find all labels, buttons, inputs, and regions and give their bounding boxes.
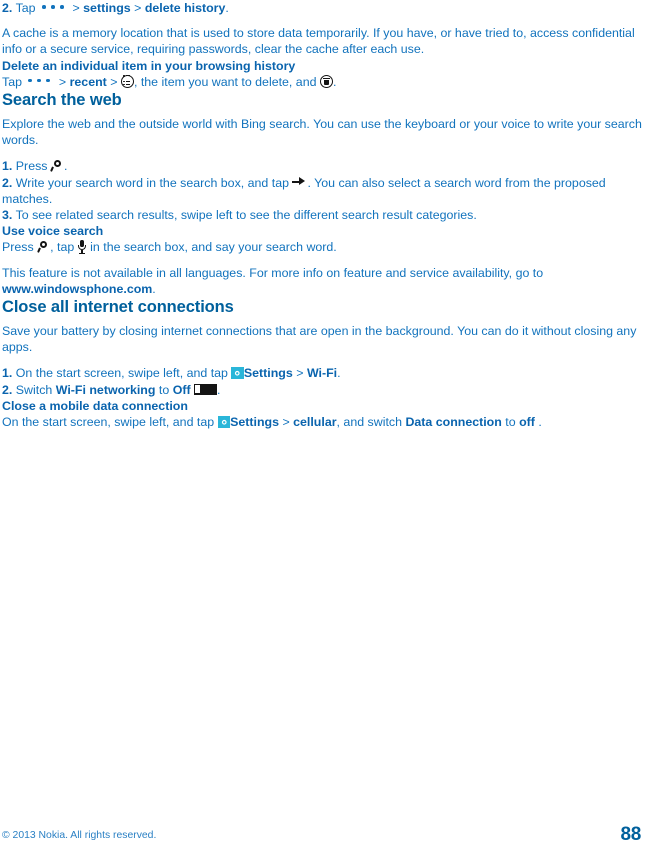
step-number: 2. <box>2 382 13 397</box>
settings-label: settings <box>83 1 131 15</box>
period: . <box>152 281 156 296</box>
delete-individual-item-heading: Delete an individual item in your browsi… <box>2 58 296 73</box>
more-dots-icon <box>25 74 55 86</box>
close-mobile-data-steps: On the start screen, swipe left, and tap… <box>2 414 649 430</box>
separator: > <box>282 415 290 430</box>
circled-delete-icon <box>319 75 333 89</box>
circled-list-icon <box>120 75 134 89</box>
tap-label: , tap <box>50 240 75 255</box>
cellular-label: cellular <box>293 415 337 430</box>
off-label: off <box>519 415 535 430</box>
recent-label: recent <box>69 74 107 89</box>
use-voice-search-steps: Press , tap in the search box, and say y… <box>2 239 649 255</box>
microphone-icon <box>78 240 87 254</box>
separator: > <box>110 74 118 89</box>
switch-label: Switch <box>15 382 53 397</box>
cache-note-paragraph: A cache is a memory location that is use… <box>2 26 635 57</box>
step-number: 2. <box>2 175 13 190</box>
search-step-1: 1. Press . <box>2 158 649 174</box>
close-step-2: 2. Switch Wi-Fi networking to Off . <box>2 382 649 398</box>
windowsphone-link[interactable]: www.windowsphone.com <box>2 282 152 296</box>
page-footer: © 2013 Nokia. All rights reserved. 88 <box>0 812 649 852</box>
period: . <box>63 159 68 174</box>
availability-note: This feature is not available in all lan… <box>2 265 649 297</box>
search-the-web-intro: Explore the web and the outside world wi… <box>2 117 642 148</box>
step-text: On the start screen, swipe left, and tap <box>2 415 215 430</box>
step-text: Press <box>15 159 48 174</box>
section-title-close-all-internet-connections: Close all internet connections <box>2 298 234 317</box>
voice-search-text: in the search box, and say your search w… <box>90 240 337 255</box>
search-step-3: 3. To see related search results, swipe … <box>2 207 649 223</box>
step-text: Tap <box>15 1 36 15</box>
search-step-2: 2. Write your search word in the search … <box>2 175 649 207</box>
right-arrow-icon <box>292 176 307 189</box>
step-text-cont: , and switch <box>336 415 402 430</box>
wifi-label: Wi-Fi <box>306 366 338 381</box>
press-label: Press <box>2 240 34 255</box>
period: . <box>225 1 229 15</box>
tap-label: Tap <box>2 74 22 89</box>
to-label: to <box>158 382 170 397</box>
wifi-networking-label: Wi-Fi networking <box>55 382 156 397</box>
to-label: to <box>505 415 516 430</box>
settings-gear-icon <box>217 415 231 429</box>
document-page: 2. Tap > settings > delete history. A ca… <box>0 0 649 852</box>
period: . <box>332 74 337 89</box>
delete-individual-item-steps: Tap > recent > , the item you want to de… <box>2 74 649 90</box>
step-number: 1. <box>2 366 13 381</box>
step-text: On the start screen, swipe left, and tap <box>15 366 228 381</box>
period: . <box>337 366 341 381</box>
search-magnifier-icon <box>36 240 50 254</box>
separator: > <box>296 366 304 381</box>
period: . <box>217 382 221 397</box>
more-dots-icon <box>39 0 69 12</box>
search-the-web-steps: 1. Press . 2. Write your search word in … <box>2 158 649 223</box>
settings-label: Settings <box>230 415 279 430</box>
step-number: 2. <box>2 1 13 15</box>
page-content: 2. Tap > settings > delete history. A ca… <box>2 0 649 430</box>
section-title-search-the-web: Search the web <box>2 91 122 110</box>
copyright-notice: © 2013 Nokia. All rights reserved. <box>2 830 157 841</box>
page-number: 88 <box>620 824 641 845</box>
delete-item-text: , the item you want to delete, and <box>133 74 317 89</box>
toggle-switch-off-icon <box>194 383 218 395</box>
period: . <box>538 415 542 430</box>
settings-gear-icon <box>231 366 244 380</box>
separator: > <box>72 1 80 15</box>
step-number: 1. <box>2 159 13 174</box>
browsing-history-step-2: 2. Tap > settings > delete history. <box>2 0 649 16</box>
delete-history-label: delete history <box>144 1 226 15</box>
data-connection-label: Data connection <box>405 415 502 430</box>
separator: > <box>134 1 142 15</box>
separator: > <box>58 74 67 89</box>
off-label: Off <box>172 382 191 397</box>
step-text: Write your search word in the search box… <box>15 175 289 190</box>
close-mobile-data-heading: Close a mobile data connection <box>2 398 188 413</box>
availability-text: This feature is not available in all lan… <box>2 265 544 280</box>
settings-label: Settings <box>243 366 293 381</box>
close-connections-steps: 1. On the start screen, swipe left, and … <box>2 365 649 397</box>
use-voice-search-heading: Use voice search <box>2 224 104 239</box>
step-text: To see related search results, swipe lef… <box>15 208 477 223</box>
close-connections-intro: Save your battery by closing internet co… <box>2 324 637 355</box>
search-magnifier-icon <box>50 159 64 173</box>
close-step-1: 1. On the start screen, swipe left, and … <box>2 365 649 381</box>
step-number: 3. <box>2 208 13 223</box>
